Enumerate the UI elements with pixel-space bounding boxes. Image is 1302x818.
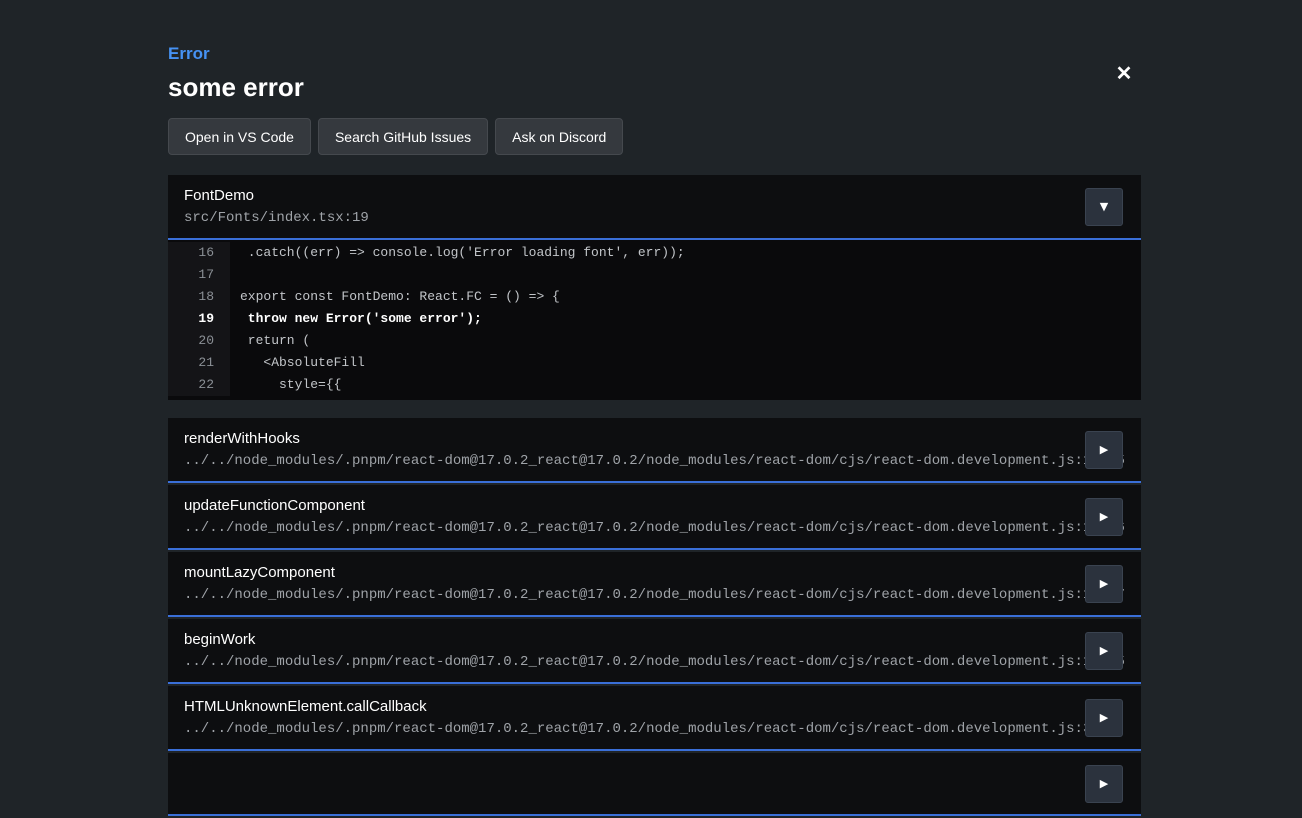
expand-frame-button[interactable]: ▶ [1085,632,1123,670]
chevron-right-icon: ▶ [1100,778,1108,789]
code-line: 18 export const FontDemo: React.FC = () … [168,286,1141,308]
source-frame-title: FontDemo [184,187,1125,205]
line-content: <AbsoluteFill [230,352,365,374]
line-content: return ( [230,330,310,352]
stack-frame-location: ../../node_modules/.pnpm/react-dom@17.0.… [184,654,1125,670]
stack-frame-location: ../../node_modules/.pnpm/react-dom@17.0.… [184,453,1125,469]
code-line: 19 throw new Error('some error'); [168,308,1141,330]
expand-frame-button[interactable]: ▶ [1085,498,1123,536]
collapse-frame-button[interactable]: ▼ [1085,188,1123,226]
search-github-issues-button[interactable]: Search GitHub Issues [318,118,488,155]
line-number: 19 [168,308,230,330]
stack-frame-card: mountLazyComponent ../../node_modules/.p… [168,552,1141,617]
line-number: 18 [168,286,230,308]
error-kicker: Error [168,44,1141,64]
code-line: 16 .catch((err) => console.log('Error lo… [168,242,1141,264]
ask-on-discord-button[interactable]: Ask on Discord [495,118,623,155]
stack-frame-location: ../../node_modules/.pnpm/react-dom@17.0.… [184,587,1125,603]
stack-frame-card: HTMLUnknownElement.callCallback ../../no… [168,686,1141,751]
expand-frame-button[interactable]: ▶ [1085,431,1123,469]
line-number: 17 [168,264,230,286]
stack-frame-title: mountLazyComponent [184,564,1125,582]
error-overlay: Error some error Open in VS Code Search … [168,44,1141,818]
action-buttons: Open in VS Code Search GitHub Issues Ask… [168,118,1141,155]
line-content: export const FontDemo: React.FC = () => … [230,286,560,308]
source-frame-location: src/Fonts/index.tsx:19 [184,210,1125,226]
open-in-vscode-button[interactable]: Open in VS Code [168,118,311,155]
chevron-right-icon: ▶ [1100,511,1108,522]
chevron-right-icon: ▶ [1100,712,1108,723]
stack-frame-title: renderWithHooks [184,430,1125,448]
expand-frame-button[interactable]: ▶ [1085,765,1123,803]
code-line: 21 <AbsoluteFill [168,352,1141,374]
line-content: throw new Error('some error'); [230,308,482,330]
line-number: 20 [168,330,230,352]
stack-frame-location: ../../node_modules/.pnpm/react-dom@17.0.… [184,721,1125,737]
line-number: 16 [168,242,230,264]
code-line: 17 [168,264,1141,286]
chevron-down-icon: ▼ [1100,201,1108,212]
expand-frame-button[interactable]: ▶ [1085,699,1123,737]
expand-frame-button[interactable]: ▶ [1085,565,1123,603]
stack-frame-location: ../../node_modules/.pnpm/react-dom@17.0.… [184,520,1125,536]
line-number: 22 [168,374,230,396]
chevron-right-icon: ▶ [1100,645,1108,656]
line-content: style={{ [230,374,341,396]
line-content [230,264,240,286]
stack-frame-title: updateFunctionComponent [184,497,1125,515]
code-block: 16 .catch((err) => console.log('Error lo… [168,240,1141,400]
line-content: .catch((err) => console.log('Error loadi… [230,242,685,264]
stack-frame-card: renderWithHooks ../../node_modules/.pnpm… [168,418,1141,483]
stack-frame-card: ▶ [168,753,1141,816]
stack-frame-title: beginWork [184,631,1125,649]
error-title: some error [168,72,1141,102]
stack-frame-card: updateFunctionComponent ../../node_modul… [168,485,1141,550]
source-frame-card: FontDemo src/Fonts/index.tsx:19 ▼ [168,175,1141,240]
code-line: 20 return ( [168,330,1141,352]
stack-frame-title: HTMLUnknownElement.callCallback [184,698,1125,716]
chevron-right-icon: ▶ [1100,444,1108,455]
chevron-right-icon: ▶ [1100,578,1108,589]
code-line: 22 style={{ [168,374,1141,396]
stack-frame-list: renderWithHooks ../../node_modules/.pnpm… [168,418,1141,816]
stack-frame-card: beginWork ../../node_modules/.pnpm/react… [168,619,1141,684]
line-number: 21 [168,352,230,374]
